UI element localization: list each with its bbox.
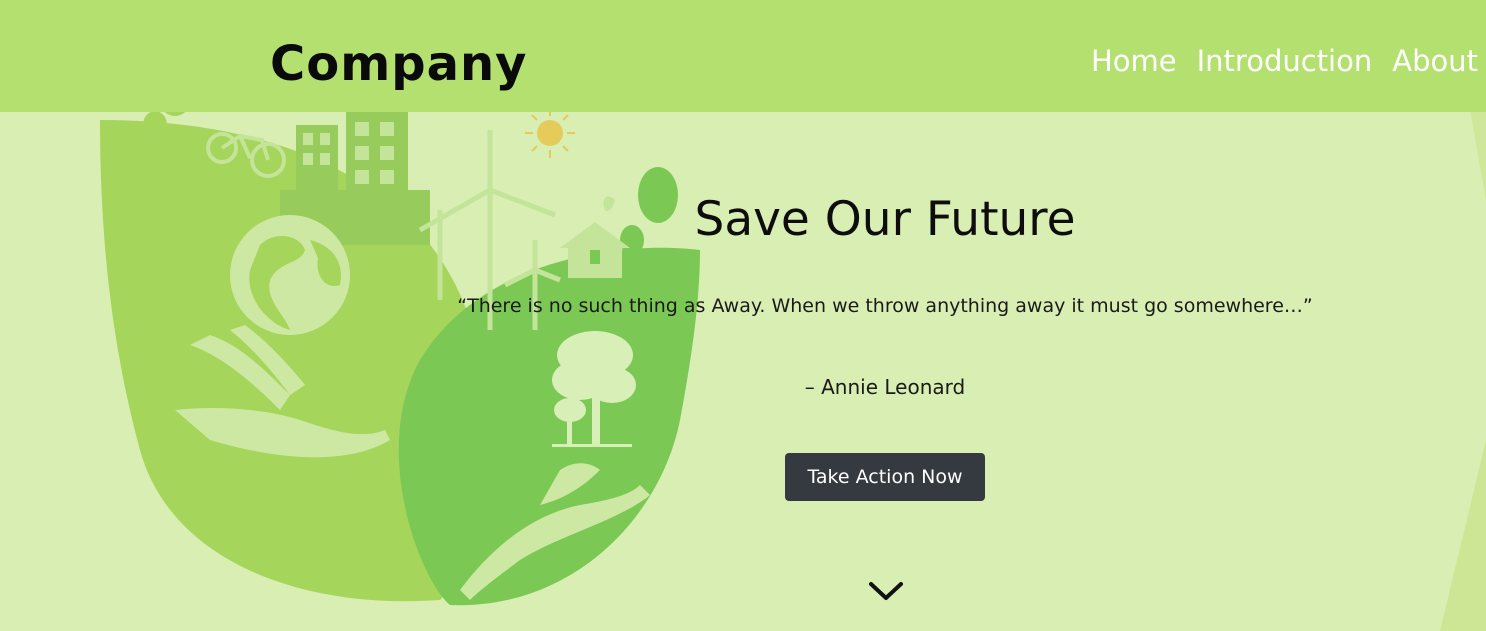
nav-links: Home Introduction About — [1091, 38, 1478, 84]
chevron-down-icon[interactable] — [866, 578, 906, 606]
quote-author: – Annie Leonard — [804, 375, 966, 399]
nav-link-introduction[interactable]: Introduction — [1197, 38, 1373, 84]
nav-link-home[interactable]: Home — [1091, 38, 1177, 84]
navbar: Company Home Introduction About — [0, 0, 1486, 112]
hero-quote: “There is no such thing as Away. When we… — [457, 295, 1313, 317]
take-action-button[interactable]: Take Action Now — [785, 453, 985, 501]
hero-title: Save Our Future — [694, 192, 1076, 247]
nav-link-about[interactable]: About — [1392, 38, 1478, 84]
brand-logo[interactable]: Company — [270, 34, 527, 94]
